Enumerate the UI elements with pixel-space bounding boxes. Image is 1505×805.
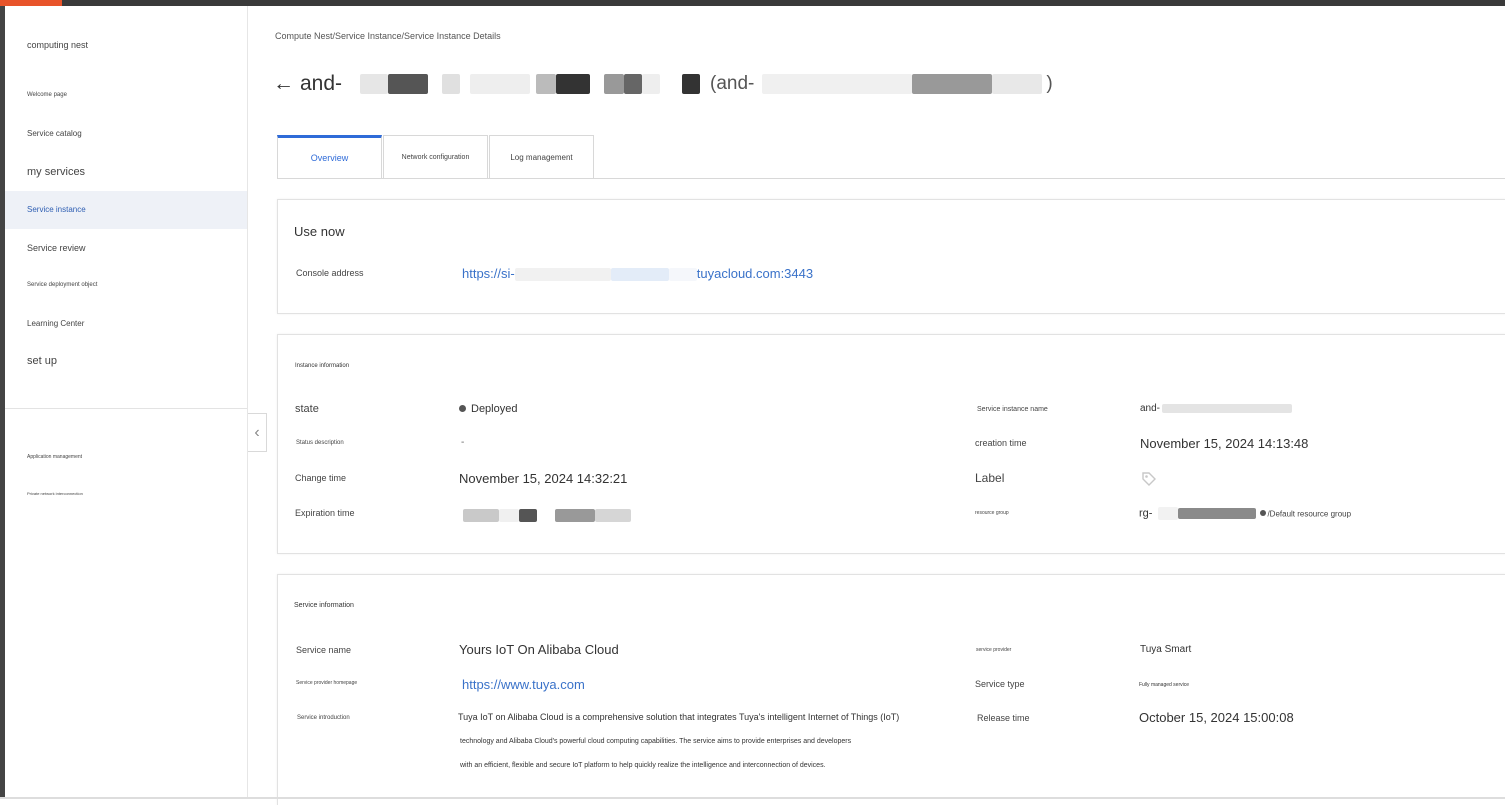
redaction-block [604, 74, 625, 94]
service-instance-name-label: Service instance name [977, 406, 1048, 413]
sidebar-item-service-review[interactable]: Service review [27, 243, 86, 253]
sidebar-item-learning-center[interactable]: Learning Center [27, 319, 84, 328]
service-information-title: Service information [294, 602, 354, 609]
expiration-time-label: Expiration time [295, 508, 355, 518]
redaction-block [555, 509, 595, 523]
sidebar-item-set-up[interactable]: set up [27, 355, 57, 367]
console-address-label: Console address [296, 268, 364, 278]
service-introduction-line-2: technology and Alibaba Cloud's powerful … [460, 738, 852, 745]
service-introduction-line-3: with an efficient, flexible and secure I… [460, 762, 826, 769]
sidebar-item-service-deployment-object[interactable]: Service deployment object [27, 282, 97, 288]
change-time-label: Change time [295, 473, 347, 483]
resource-group-value[interactable]: rg-/Default resource group [1139, 507, 1351, 520]
tab-network-configuration[interactable]: Network configuration [383, 135, 488, 178]
service-type-label: Service type [975, 679, 1025, 689]
redaction-block [1162, 403, 1293, 413]
service-provider-homepage-label: Service provider homepage [296, 680, 358, 686]
redaction-block [499, 509, 519, 523]
sidebar-item-service-catalog[interactable]: Service catalog [27, 129, 82, 138]
title-instance-id-close: ) [1046, 73, 1053, 94]
redaction-block [1178, 508, 1257, 519]
sidebar-divider [5, 408, 247, 409]
tab-log-management[interactable]: Log management [489, 135, 594, 178]
resource-group-label: resource group [975, 510, 1009, 516]
service-provider-homepage-link[interactable]: https://www.tuya.com [462, 677, 585, 692]
status-description-label: Status description [296, 440, 344, 446]
redaction-block [642, 74, 661, 94]
redaction-block [610, 268, 669, 282]
state-label: state [295, 403, 319, 415]
instance-information-card: Instance information state Deployed Stat… [277, 334, 1505, 554]
service-introduction-line-1: Tuya IoT on Alibaba Cloud is a comprehen… [458, 712, 900, 722]
service-provider-label: service provider [976, 647, 1012, 653]
status-description-value: - [461, 437, 465, 448]
redaction-block [537, 509, 555, 523]
expiration-time-value [463, 507, 631, 525]
sidebar-item-welcome-page[interactable]: Welcome page [27, 92, 67, 98]
redaction-block [556, 74, 591, 94]
redaction-block [992, 74, 1043, 94]
redaction-block [463, 509, 499, 523]
release-time-value: October 15, 2024 15:00:08 [1139, 710, 1294, 725]
redaction-block [519, 509, 537, 523]
release-time-label: Release time [977, 713, 1030, 723]
redaction-block [912, 74, 993, 94]
console-address-link[interactable]: https://si-tuyacloud.com:3443 [462, 266, 813, 282]
breadcrumb[interactable]: Compute Nest/Service Instance/Service In… [275, 31, 501, 41]
redaction-block [1158, 507, 1179, 520]
status-dot-icon [459, 404, 466, 412]
sidebar-item-application-management[interactable]: Application management [27, 454, 82, 460]
service-name-label: Service name [296, 645, 352, 655]
title-instance-id-open: (and- [710, 73, 755, 94]
use-now-title: Use now [294, 224, 345, 239]
service-name-value: Yours IoT On Alibaba Cloud [459, 642, 619, 657]
tab-bar: Overview Network configuration Log manag… [277, 135, 595, 179]
sidebar-item-private-network-interconnection[interactable]: Private network interconnection [27, 491, 83, 496]
use-now-card: Use now Console address https://si-tuyac… [277, 199, 1505, 314]
sidebar-item-my-services[interactable]: my services [27, 166, 85, 178]
redaction-block [595, 509, 631, 523]
instance-information-title: Instance information [295, 363, 350, 369]
creation-time-label: creation time [975, 438, 1027, 448]
service-type-value: Fully managed service [1139, 682, 1190, 688]
service-information-card: Service information Service name Yours I… [277, 574, 1505, 805]
sidebar: computing nest Welcome page Service cata… [5, 6, 248, 799]
tab-bar-underline [277, 178, 1505, 179]
redaction-block [682, 74, 701, 94]
redaction-block [388, 74, 429, 94]
redaction-block [442, 74, 461, 94]
service-provider-value: Tuya Smart [1140, 644, 1192, 655]
redaction-block [624, 74, 643, 94]
service-introduction-label: Service introduction [297, 715, 350, 721]
main-content: Compute Nest/Service Instance/Service In… [248, 6, 1505, 805]
creation-time-value: November 15, 2024 14:13:48 [1140, 436, 1309, 451]
state-value: Deployed [459, 403, 517, 415]
redaction-block [360, 74, 389, 94]
sidebar-item-service-instance[interactable]: Service instance [27, 205, 86, 214]
sidebar-product-title: computing nest [27, 40, 89, 50]
title-instance-name-prefix: and- [300, 72, 343, 95]
tag-icon[interactable] [1141, 471, 1157, 487]
change-time-value: November 15, 2024 14:32:21 [459, 471, 628, 486]
redaction-block [762, 74, 913, 94]
status-dot-icon [1260, 509, 1267, 516]
back-arrow-icon[interactable]: ← [273, 72, 294, 96]
redaction-block [536, 74, 557, 94]
page-title: ← and- (and- ) [273, 72, 1053, 96]
service-instance-name-value: and- [1140, 403, 1293, 414]
redaction-block [514, 268, 611, 282]
redaction-block [470, 74, 531, 94]
label-label: Label [975, 471, 1005, 485]
redaction-block [668, 268, 697, 282]
tab-overview[interactable]: Overview [277, 135, 382, 178]
